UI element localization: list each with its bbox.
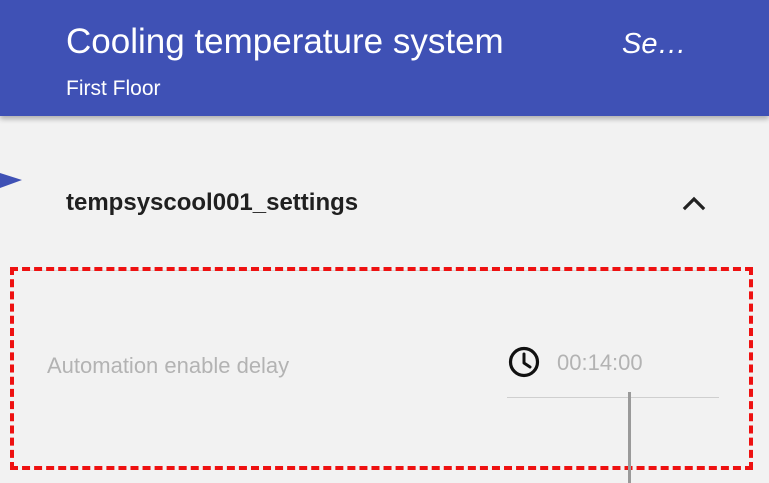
section-title: tempsyscool001_settings — [66, 189, 359, 216]
app-header: Cooling temperature system Se… First Flo… — [0, 0, 769, 116]
text-cursor-indicator — [628, 392, 631, 483]
highlight-annotation-box — [10, 267, 753, 470]
arrow-right-icon — [0, 173, 22, 188]
chevron-up-icon[interactable] — [680, 193, 708, 213]
app-title: Cooling temperature system — [66, 22, 504, 61]
header-side-label[interactable]: Se… — [622, 27, 686, 61]
settings-section-header[interactable]: tempsyscool001_settings — [30, 160, 730, 250]
app-subtitle: First Floor — [66, 77, 161, 100]
